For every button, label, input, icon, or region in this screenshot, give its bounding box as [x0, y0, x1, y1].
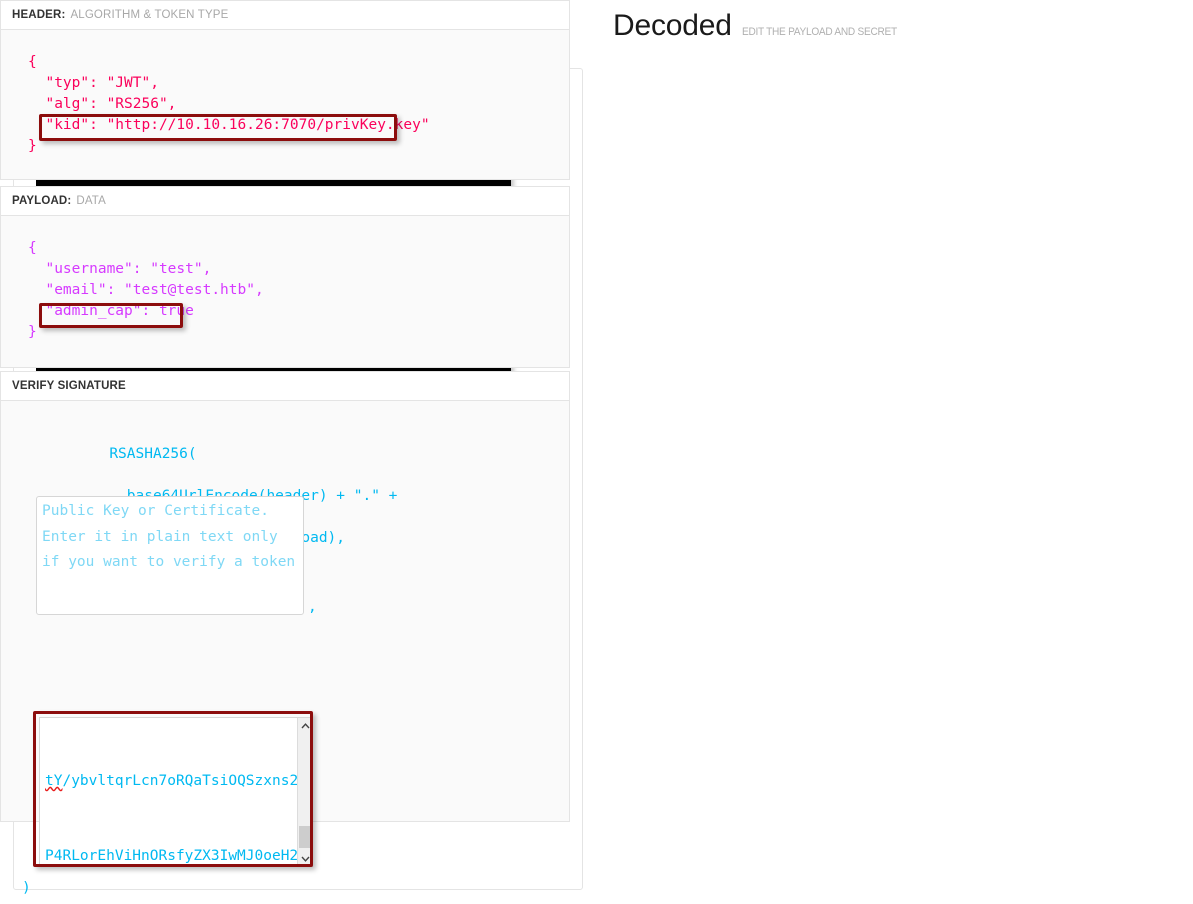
header-label-value: ALGORITHM & TOKEN TYPE [70, 9, 229, 21]
private-key-input[interactable]: tY/ybvltqrLcn7oRQaTsiOQSzxns25 P4RLorEhV… [39, 717, 313, 867]
header-section-label: HEADER: ALGORITHM & TOKEN TYPE [1, 1, 569, 30]
header-section-body[interactable]: { "typ": "JWT", "alg": "RS256", "kid": "… [1, 30, 569, 179]
signature-label-key: VERIFY SIGNATURE [12, 380, 126, 392]
public-key-trailing-comma: , [308, 599, 317, 615]
signature-section-label: VERIFY SIGNATURE [1, 372, 569, 401]
decoded-header-section: HEADER: ALGORITHM & TOKEN TYPE { "typ": … [0, 0, 570, 180]
payload-section-label: PAYLOAD: DATA [1, 187, 569, 216]
scroll-down-arrow-icon[interactable] [298, 851, 313, 866]
signature-close-paren: ) [22, 880, 31, 896]
decoded-title: Decoded [613, 9, 732, 42]
private-key-line: P4RLorEhViHnORsfyZX3IwMJ0oeH2X [45, 848, 307, 864]
decoded-heading: Decoded EDIT THE PAYLOAD AND SECRET [613, 11, 910, 41]
header-label-key: HEADER: [12, 9, 66, 21]
decoded-subtitle: EDIT THE PAYLOAD AND SECRET [741, 26, 897, 38]
sig-line-1: RSASHA256( [109, 446, 197, 462]
public-key-input[interactable] [36, 496, 304, 615]
header-json-code[interactable]: { "typ": "JWT", "alg": "RS256", "kid": "… [28, 52, 569, 157]
payload-label-key: PAYLOAD: [12, 195, 72, 207]
decoded-panel: HEADER: ALGORITHM & TOKEN TYPE { "typ": … [0, 0, 570, 896]
decoded-signature-section: VERIFY SIGNATURE RSASHA256( base64UrlEnc… [0, 371, 570, 896]
jwt-debugger-page: Encoded PASTE A TOKEN HERE eyJ0eXAiOiJKV… [0, 0, 1193, 904]
chevron-down-icon [301, 856, 310, 862]
private-key-field-wrapper[interactable]: tY/ybvltqrLcn7oRQaTsiOQSzxns25 P4RLorEhV… [33, 711, 316, 870]
payload-label-value: DATA [76, 195, 106, 207]
decoded-payload-section: PAYLOAD: DATA { "username": "test", "ema… [0, 186, 570, 368]
signature-section-body: RSASHA256( base64UrlEncode(header) + "."… [1, 401, 569, 896]
private-key-line: tY/ybvltqrLcn7oRQaTsiOQSzxns25 [45, 773, 307, 789]
scrollbar-thumb[interactable] [299, 826, 312, 848]
chevron-up-icon [301, 722, 310, 728]
payload-json-code[interactable]: { "username": "test", "email": "test@tes… [28, 238, 569, 343]
scroll-up-arrow-icon[interactable] [298, 718, 313, 733]
payload-section-body[interactable]: { "username": "test", "email": "test@tes… [1, 216, 569, 367]
private-key-scrollbar[interactable] [297, 718, 312, 866]
private-key-line-squiggle: tY [45, 773, 63, 789]
